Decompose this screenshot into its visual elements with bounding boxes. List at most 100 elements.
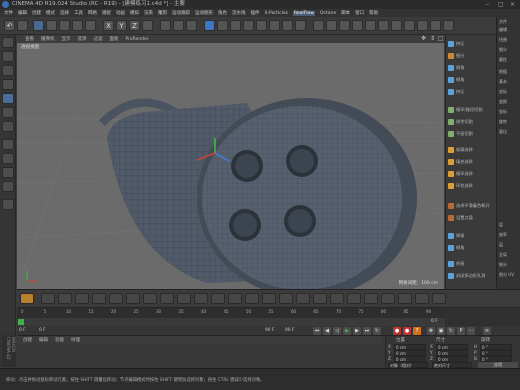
menu-item-10[interactable]: 渲染 [144,10,153,16]
object-panel-item-9[interactable]: 坐标 [499,109,507,115]
tweak-mode-button[interactable] [2,153,14,164]
modeling-command-8[interactable]: 轮廓选择 [448,145,494,154]
menu-item-1[interactable]: 编辑 [18,10,27,16]
object-panel-item-7[interactable]: 坐标 [499,89,507,95]
pla-key-button[interactable]: ⋯ [467,327,475,335]
snap-button[interactable] [378,20,389,31]
triangulate-button[interactable] [432,293,446,304]
modeling-command-6[interactable]: 线性切割 [448,117,494,126]
normal-move-button[interactable] [279,293,293,304]
move-tool-button[interactable] [46,20,57,31]
material-menu-item-1[interactable]: 编辑 [39,337,48,343]
solo-button[interactable] [430,20,441,31]
array-tool-button[interactable] [364,293,378,304]
object-panel-item-6[interactable]: 基本 [499,79,507,85]
menu-item-4[interactable]: 选择 [60,10,69,16]
axis-x-button[interactable]: X [103,20,114,31]
prev-key-button[interactable]: ◀ [323,327,331,335]
menu-item-20[interactable]: 脚本 [341,10,350,16]
array-button[interactable] [243,20,254,31]
normal-rotate-button[interactable] [313,293,327,304]
viewport-move-icon[interactable]: ✥ [421,36,427,42]
modeling-command-11[interactable]: 环状选择 [448,181,494,190]
menu-item-18[interactable]: RealFlow [292,10,315,16]
object-panel-item-11[interactable]: 量比 [499,129,507,135]
align-normals-button[interactable] [330,293,344,304]
axis-z-button[interactable]: Z [129,20,140,31]
timeline-ruler[interactable]: 0 5 10 15 20 25 30 35 40 45 50 55 60 65 70 75 80 85 90 [17,308,445,318]
modeling-command-5[interactable]: 循环/路径切割 [448,105,494,114]
polygons-mode-button[interactable] [339,20,350,31]
object-panel-item-8[interactable]: 变换 [499,99,507,105]
axis-y-button[interactable]: Y [116,20,127,31]
object-panel-item-2[interactable]: 扭曲 [499,37,507,43]
object-panel-item-15[interactable]: 全局 [499,252,507,258]
viewport-menu-item-5[interactable]: 面板 [110,36,119,42]
menu-item-9[interactable]: 模拟 [130,10,139,16]
menu-item-7[interactable]: 捕捉 [102,10,111,16]
modeling-command-12[interactable]: 选择平滑着色断开 [448,201,494,210]
bevel-tool-button[interactable] [75,293,89,304]
rotation-key-button[interactable]: ↻ [447,327,455,335]
object-panel-item-5[interactable]: 根据 [499,69,507,75]
menu-item-21[interactable]: 窗口 [355,10,364,16]
edges-mode-button[interactable] [326,20,337,31]
enable-axis-button[interactable] [365,20,376,31]
object-panel-item-14[interactable]: 层 [499,242,503,248]
make-editable-button[interactable] [2,37,14,48]
menu-item-5[interactable]: 工具 [74,10,83,16]
modeling-command-9[interactable]: 填充选择 [448,157,494,166]
matrix-extrude-button[interactable] [245,293,259,304]
position-key-button[interactable]: ✥ [427,327,435,335]
modeling-command-0[interactable]: 挤压 [448,39,494,48]
modeling-command-4[interactable]: 挤压 [448,87,494,96]
subdivision-surface-button[interactable] [230,20,241,31]
maximize-icon[interactable]: □ [498,0,504,9]
clone-tool-button[interactable] [381,293,395,304]
menu-item-3[interactable]: 模式 [46,10,55,16]
modeling-command-10[interactable]: 循环选择 [448,169,494,178]
modeling-command-7[interactable]: 平面切割 [448,129,494,138]
object-panel-item-0[interactable]: 文件 [499,19,507,25]
grid-button[interactable] [417,20,428,31]
model-mode-button[interactable] [2,51,14,62]
select-tool-button[interactable] [33,20,44,31]
menu-item-8[interactable]: 动画 [116,10,125,16]
magnet-tool-button[interactable] [177,293,191,304]
recent-tool-button[interactable] [85,20,96,31]
material-menu-item-0[interactable]: 创建 [23,337,32,343]
object-panel-item-4[interactable]: 圆柱 [499,57,507,63]
lock-workplane-button[interactable] [404,20,415,31]
menu-item-2[interactable]: 创建 [32,10,41,16]
viewport-menu-item-1[interactable]: 摄像机 [41,36,55,42]
menu-item-13[interactable]: 运动图形 [195,10,213,16]
locked-workplane-button[interactable] [2,199,14,210]
menu-item-6[interactable]: 网格 [88,10,97,16]
menu-item-11[interactable]: 雕刻 [158,10,167,16]
pen-spline-button[interactable] [217,20,228,31]
loop-button[interactable]: ↻ [373,327,381,335]
polygon-mode-button[interactable] [2,93,14,104]
object-panel-item-10[interactable]: 旋转 [499,119,507,125]
points-mode-button[interactable] [313,20,324,31]
light-button[interactable] [295,20,306,31]
smooth-shift-button[interactable] [262,293,276,304]
soft-selection-button[interactable] [2,181,14,192]
undo-button[interactable]: ↶ [4,20,15,31]
normal-scale-button[interactable] [296,293,310,304]
bend-deformer-button[interactable] [256,20,267,31]
uv-mode-button[interactable] [352,20,363,31]
texture-mode-button[interactable] [2,65,14,76]
modeling-command-2[interactable]: 倒角 [448,63,494,72]
menu-item-19[interactable]: Octane [320,11,336,16]
material-menu-item-3[interactable]: 纹理 [71,337,80,343]
end-frame-field[interactable]: 90 F [265,328,274,333]
extrude-tool-button[interactable] [58,293,72,304]
keyframe-selection-button[interactable]: ? [413,327,421,335]
object-panel-item-12[interactable]: 层 [499,222,503,228]
menu-item-14[interactable]: 角色 [218,10,227,16]
record-active-button[interactable]: ● [393,327,401,335]
modeling-command-14[interactable]: 焊接 [448,231,494,240]
snap-toggle-button[interactable] [2,167,14,178]
bridge-tool-button[interactable] [92,293,106,304]
